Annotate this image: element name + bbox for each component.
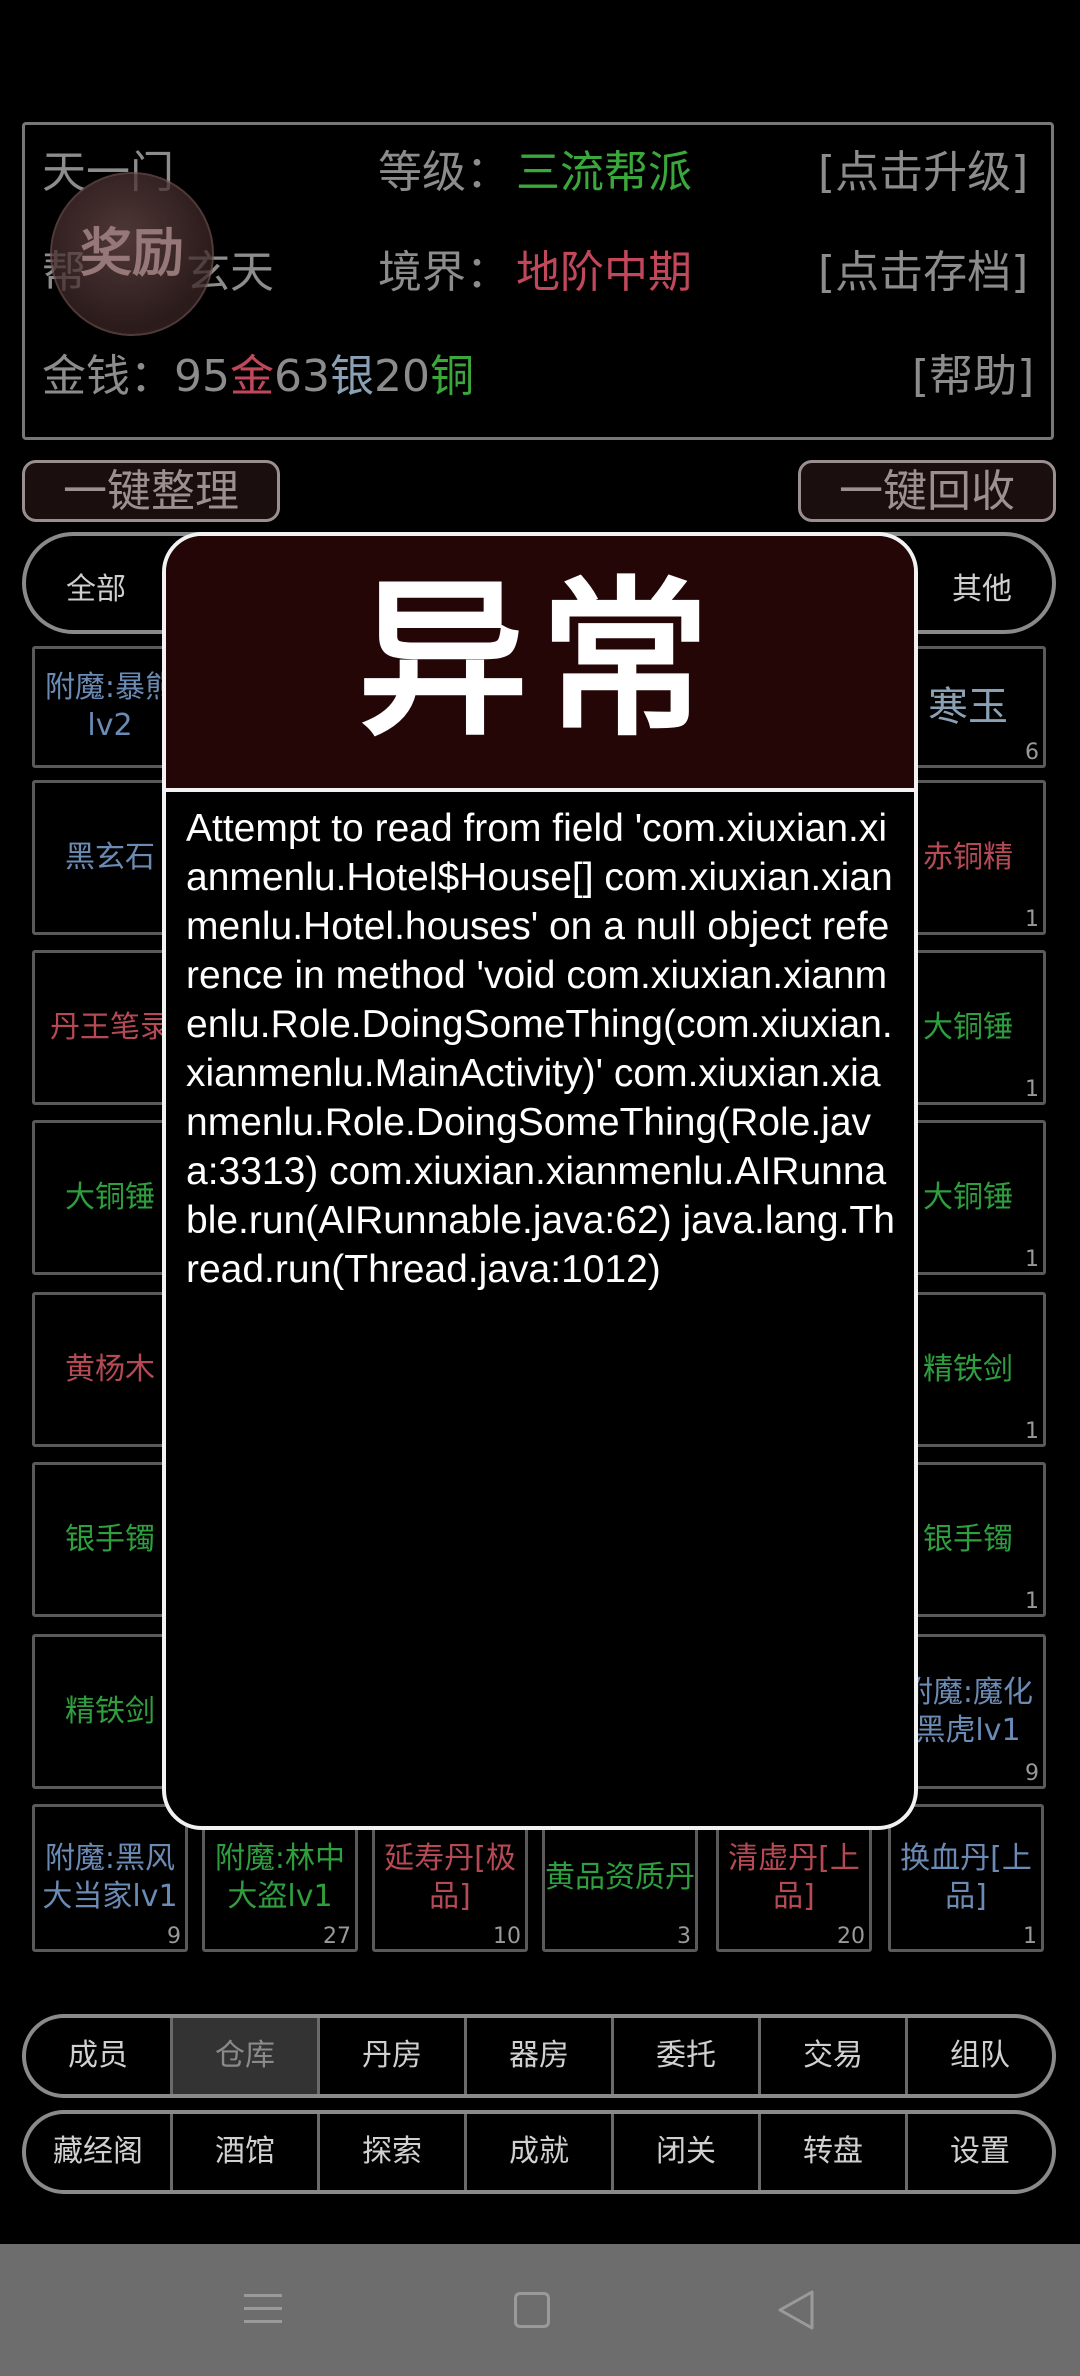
main-nav-row-2: 藏经阁 酒馆 探索 成就 闭关 转盘 设置 bbox=[22, 2110, 1056, 2194]
item-name: 赤铜精 bbox=[923, 839, 1013, 875]
nav-explore[interactable]: 探索 bbox=[320, 2114, 467, 2190]
copper-amount: 20 bbox=[374, 351, 430, 402]
money-label: 金钱： bbox=[42, 351, 174, 402]
dialog-header: 异常 bbox=[166, 536, 914, 792]
silver-unit: 银 bbox=[330, 351, 374, 402]
item-count: 27 bbox=[323, 1924, 351, 1949]
tab-all[interactable]: 全部 bbox=[66, 564, 126, 608]
nav-commission[interactable]: 委托 bbox=[614, 2018, 761, 2094]
item-name: 清虚丹[上品] bbox=[728, 1841, 860, 1914]
level-label: 等级： bbox=[378, 147, 510, 198]
tab-other[interactable]: 其他 bbox=[952, 564, 1012, 608]
item-name: 银手镯 bbox=[65, 1521, 155, 1557]
recycle-button[interactable]: 一键回收 bbox=[798, 460, 1056, 522]
nav-wheel[interactable]: 转盘 bbox=[761, 2114, 908, 2190]
item-count: 1 bbox=[1025, 1247, 1039, 1272]
nav-retreat[interactable]: 闭关 bbox=[614, 2114, 761, 2190]
back-triangle-icon[interactable] bbox=[774, 2288, 818, 2332]
item-count: 1 bbox=[1025, 1589, 1039, 1614]
item-slot[interactable]: 附魔:黑风大当家lv1 9 bbox=[32, 1804, 188, 1952]
reward-button[interactable]: 奖励 bbox=[50, 172, 214, 336]
main-nav-row-1: 成员 仓库 丹房 器房 委托 交易 组队 bbox=[22, 2014, 1056, 2098]
nav-team[interactable]: 组队 bbox=[908, 2018, 1052, 2094]
item-count: 20 bbox=[837, 1924, 865, 1949]
nav-trade[interactable]: 交易 bbox=[761, 2018, 908, 2094]
item-count: 3 bbox=[677, 1924, 691, 1949]
gold-amount: 95 bbox=[174, 351, 230, 402]
nav-library[interactable]: 藏经阁 bbox=[26, 2114, 173, 2190]
silver-amount: 63 bbox=[274, 351, 330, 402]
item-name: 大铜锤 bbox=[923, 1179, 1013, 1215]
item-name: 黑玄石 bbox=[65, 839, 155, 875]
item-name: 精铁剑 bbox=[65, 1693, 155, 1729]
organize-button[interactable]: 一键整理 bbox=[22, 460, 280, 522]
item-count: 1 bbox=[1023, 1924, 1037, 1949]
item-name: 精铁剑 bbox=[923, 1351, 1013, 1387]
realm-value: 地阶中期 bbox=[516, 247, 692, 298]
item-count: 9 bbox=[167, 1924, 181, 1949]
nav-forge-room[interactable]: 器房 bbox=[467, 2018, 614, 2094]
gold-unit: 金 bbox=[230, 351, 274, 402]
copper-unit: 铜 bbox=[430, 351, 474, 402]
item-name: 附魔:黑风大当家lv1 bbox=[42, 1841, 178, 1914]
nav-alchemy-room[interactable]: 丹房 bbox=[320, 2018, 467, 2094]
item-name: 黄品资质丹 bbox=[545, 1860, 695, 1895]
upgrade-link[interactable]: [点击升级] bbox=[818, 136, 1028, 200]
item-name: 丹王笔录 bbox=[50, 1009, 170, 1045]
home-square-icon[interactable] bbox=[514, 2292, 550, 2328]
item-name: 银手镯 bbox=[923, 1521, 1013, 1557]
item-name: 大铜锤 bbox=[923, 1009, 1013, 1045]
item-count: 6 bbox=[1025, 740, 1039, 765]
menu-icon[interactable] bbox=[244, 2294, 282, 2323]
nav-achievements[interactable]: 成就 bbox=[467, 2114, 614, 2190]
nav-settings[interactable]: 设置 bbox=[908, 2114, 1052, 2190]
item-count: 10 bbox=[493, 1924, 521, 1949]
item-name: 延寿丹[极品] bbox=[384, 1841, 516, 1914]
exception-dialog[interactable]: 异常 Attempt to read from field 'com.xiuxi… bbox=[162, 532, 918, 1830]
money-row: 金钱：95金63银20铜 bbox=[42, 340, 474, 404]
nav-members[interactable]: 成员 bbox=[26, 2018, 173, 2094]
item-count: 1 bbox=[1025, 1419, 1039, 1444]
exception-message: Attempt to read from field 'com.xiuxian.… bbox=[186, 807, 895, 1291]
system-nav-bar bbox=[0, 2244, 1080, 2376]
item-name: 寒玉 bbox=[928, 684, 1008, 730]
nav-tavern[interactable]: 酒馆 bbox=[173, 2114, 320, 2190]
realm-label: 境界： bbox=[378, 247, 510, 298]
dialog-title: 异常 bbox=[357, 562, 722, 760]
item-name: 附魔:林中大盗lv1 bbox=[214, 1841, 346, 1914]
item-slot[interactable]: 换血丹[上品] 1 bbox=[888, 1804, 1044, 1952]
nav-warehouse[interactable]: 仓库 bbox=[173, 2018, 320, 2094]
item-name: 大铜锤 bbox=[65, 1179, 155, 1215]
item-count: 1 bbox=[1025, 907, 1039, 932]
item-name: 换血丹[上品] bbox=[900, 1841, 1032, 1914]
help-link[interactable]: [帮助] bbox=[912, 340, 1034, 404]
item-count: 9 bbox=[1025, 1761, 1039, 1786]
item-name: 黄杨木 bbox=[65, 1351, 155, 1387]
item-count: 1 bbox=[1025, 1077, 1039, 1102]
level-value: 三流帮派 bbox=[516, 147, 692, 198]
save-link[interactable]: [点击存档] bbox=[818, 236, 1028, 300]
